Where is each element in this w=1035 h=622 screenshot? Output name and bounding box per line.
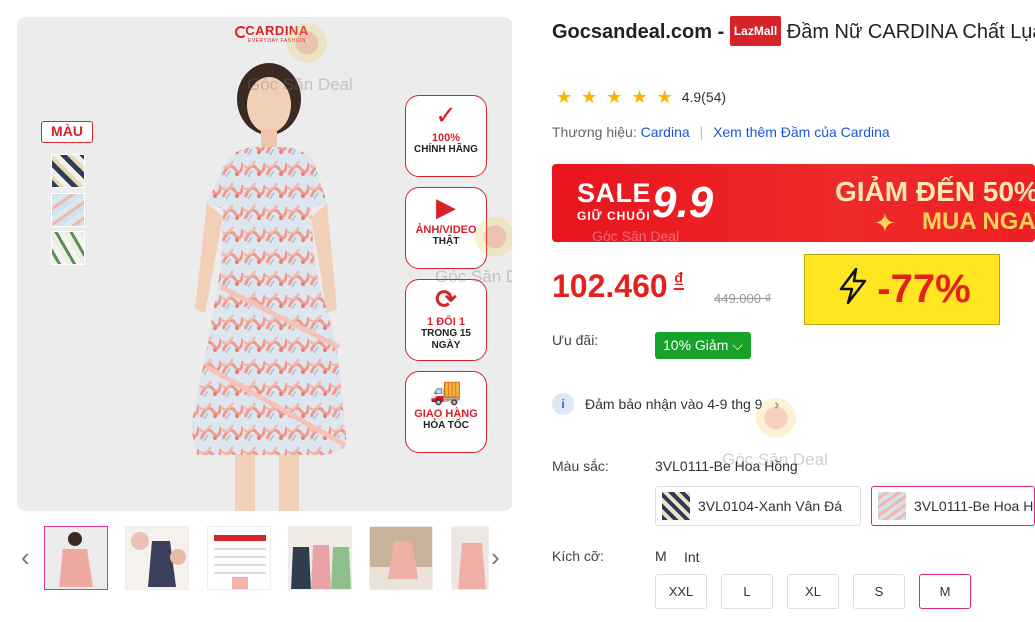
discount-percent: -77% [877, 267, 971, 311]
star-icon: ★ [606, 87, 623, 107]
star-icon: ✦ [874, 208, 896, 238]
original-price: 449.000 ₫ [714, 291, 772, 306]
color-variant-label: MÀU [41, 121, 93, 143]
watermark-logo [287, 23, 327, 63]
star-icon: ★ [631, 87, 648, 107]
star-icon: ★ [581, 87, 598, 107]
price-value: 102.460 [552, 268, 668, 304]
more-from-brand-link[interactable]: Xem thêm Đầm của Cardina [713, 124, 890, 140]
current-price: 102.460 ₫ [552, 268, 684, 305]
model-illustration [191, 63, 347, 511]
sale-cta: MUA NGAY [922, 208, 1035, 235]
color-thumbnail [662, 492, 690, 520]
selected-size: M [655, 548, 667, 564]
site-name: Gocsandeal.com - [552, 21, 725, 43]
badge-real-photo: ▶ ẢNH/VIDEO THẬT [405, 187, 487, 269]
main-product-image[interactable]: CARDINA EVERYDAY FASHION MÀU ✓ 100% CHÍN… [17, 17, 512, 511]
sale-headline: GIẢM ĐẾN 50% [835, 176, 1035, 207]
currency-symbol: ₫ [673, 270, 684, 292]
sale-subtitle: GIỮ CHUỖI [577, 209, 651, 223]
size-option-s[interactable]: S [853, 574, 905, 609]
badge-authentic: ✓ 100% CHÍNH HÃNG [405, 95, 487, 177]
star-icon: ★ [556, 87, 573, 107]
star-icon: ★ [656, 87, 673, 107]
sale-word: SALE [577, 178, 652, 208]
chevron-left-icon[interactable]: ‹ [21, 542, 30, 572]
thumbnail-carousel: ‹ › [17, 522, 512, 594]
color-option-xanh-van-da[interactable]: 3VL0104-Xanh Vân Đá [655, 486, 861, 526]
thumbnail-4[interactable] [288, 526, 352, 590]
badge-exchange: ⟳ 1 ĐỔI 1 TRONG 15 NGÀY [405, 279, 487, 361]
product-name: Đầm Nữ CARDINA Chất Lụa Cộc Tay Cổ Tròn … [786, 21, 1035, 43]
offer-label: Ưu đãi: [552, 332, 599, 348]
rating[interactable]: ★ ★ ★ ★ ★ 4.9(54) [556, 86, 726, 108]
thumbnail-2[interactable] [125, 526, 189, 590]
size-option-xxl[interactable]: XXL [655, 574, 707, 609]
watermark-logo [756, 398, 796, 438]
delivery-truck-icon: 🚚 [429, 376, 463, 406]
chevron-right-icon[interactable]: › [491, 542, 500, 572]
selected-color: 3VL0111-Be Hoa Hồng [655, 458, 798, 474]
lazmall-badge: LazMall [729, 16, 782, 46]
size-label: Kích cỡ: [552, 548, 604, 564]
watermark-text: Góc Săn Deal [592, 228, 680, 242]
size-system: Int [684, 549, 700, 565]
watermark-logo [475, 217, 512, 257]
play-video-icon: ▶ [436, 192, 456, 222]
color-swatch-green [51, 231, 85, 265]
size-option-xl[interactable]: XL [787, 574, 839, 609]
discount-badge: -77% [804, 254, 1000, 325]
size-option-l[interactable]: L [721, 574, 773, 609]
color-swatch-navy [51, 154, 85, 188]
watermark-text: Góc Săn Deal [247, 75, 353, 94]
sale-banner[interactable]: SALE GIỮ CHUỖI 9.9 GIẢM ĐẾN 50% ✦ MUA NG… [552, 164, 1035, 242]
badge-fast-delivery: 🚚 GIAO HÀNG HỎA TỐC [405, 371, 487, 453]
product-title: Gocsandeal.com - LazMall Đầm Nữ CARDINA … [552, 16, 1035, 46]
rating-value: 4.9(54) [681, 89, 727, 105]
color-label: Màu sắc: [552, 458, 609, 474]
voucher-button[interactable]: 10% Giảm ⌵ [655, 332, 751, 359]
thumbnail-5[interactable] [369, 526, 433, 590]
size-option-m[interactable]: M [919, 574, 971, 609]
color-thumbnail [878, 492, 906, 520]
divider: | [699, 124, 704, 140]
lightning-icon [833, 266, 873, 314]
color-swatch-floral [51, 193, 85, 227]
brand-label: Thương hiệu: [552, 124, 637, 140]
thumbnail-1[interactable] [44, 526, 108, 590]
thumbnail-3[interactable] [207, 526, 271, 590]
color-option-be-hoa-hong[interactable]: 3VL0111-Be Hoa Hồng [871, 486, 1035, 526]
delivery-text: Đảm bảo nhận vào 4-9 thg 9 [585, 396, 763, 412]
info-icon: i [552, 393, 574, 415]
brand-line: Thương hiệu: Cardina | Xem thêm Đầm của … [552, 124, 890, 140]
brand-link[interactable]: Cardina [641, 124, 690, 140]
sale-number: 9.9 [652, 178, 714, 227]
watermark-text: Góc Săn Deal [435, 267, 512, 286]
thumbnail-6[interactable] [451, 526, 489, 590]
delivery-info[interactable]: i Đảm bảo nhận vào 4-9 thg 9 › [552, 393, 779, 415]
check-icon: ✓ [435, 100, 457, 130]
